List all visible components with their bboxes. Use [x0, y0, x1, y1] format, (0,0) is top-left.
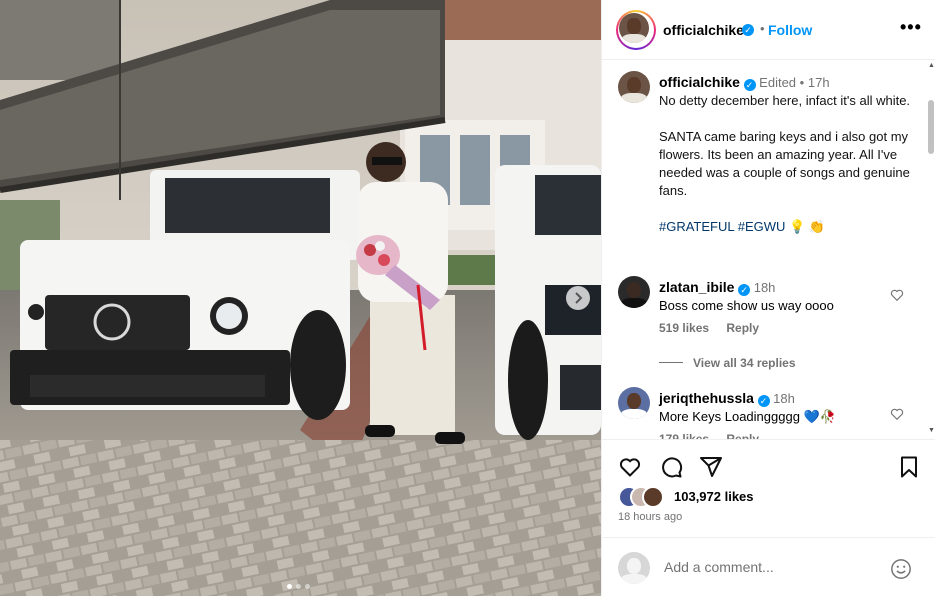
- verified-icon: ✓: [742, 24, 754, 36]
- caption-hashtags[interactable]: #GRATEFUL #EGWU: [659, 219, 785, 234]
- comment-reply-button[interactable]: Reply: [726, 321, 759, 335]
- caption: officialchike ✓ Edited • 17h No detty de…: [659, 73, 917, 236]
- verified-icon: ✓: [757, 395, 770, 407]
- author-avatar[interactable]: [619, 13, 649, 43]
- caption-line-2: SANTA came baring keys and i also got my…: [659, 129, 910, 198]
- scroll-down-arrow-icon[interactable]: ▼: [928, 427, 935, 434]
- comment-avatar[interactable]: [618, 276, 650, 308]
- carousel-dot: [305, 584, 310, 589]
- scrollbar[interactable]: ▲ ▼: [928, 62, 935, 434]
- post-side-panel: officialchike ✓ • Follow ••• officialchi…: [601, 0, 935, 596]
- more-icon[interactable]: •••: [900, 17, 922, 38]
- carousel-dot-active: [287, 584, 292, 589]
- view-replies-button[interactable]: View all 34 replies: [659, 356, 796, 370]
- comment-likes[interactable]: 179 likes: [659, 432, 709, 439]
- post-photo[interactable]: [0, 0, 601, 596]
- comment-likes[interactable]: 519 likes: [659, 321, 709, 335]
- post-header: officialchike ✓ • Follow •••: [602, 0, 935, 60]
- comment-reply-button[interactable]: Reply: [726, 432, 759, 439]
- add-comment-bar: [602, 537, 935, 596]
- bookmark-icon[interactable]: [897, 455, 921, 479]
- liker-avatar: [642, 486, 664, 508]
- comment-like-heart-icon[interactable]: [890, 407, 904, 421]
- caption-avatar[interactable]: [618, 71, 650, 103]
- view-replies-label: View all 34 replies: [693, 356, 796, 370]
- story-ring[interactable]: [616, 10, 656, 50]
- follow-button[interactable]: Follow: [768, 22, 812, 38]
- caption-username[interactable]: officialchike: [659, 74, 740, 90]
- header-separator: •: [760, 21, 765, 36]
- caption-meta-separator: •: [799, 75, 805, 90]
- carousel-indicator: [287, 577, 314, 592]
- post-photo-illustration: [0, 0, 601, 596]
- post-timestamp: 18 hours ago: [618, 511, 683, 523]
- verified-icon: ✓: [738, 284, 751, 296]
- comments-scroll-area[interactable]: officialchike ✓ Edited • 17h No detty de…: [602, 60, 935, 440]
- comment-emoji: 💙🥀: [803, 409, 836, 424]
- comment-username[interactable]: jeriqthehussla: [659, 390, 754, 406]
- add-comment-input[interactable]: [662, 558, 886, 576]
- comment-text: More Keys Loadinggggg: [659, 409, 800, 424]
- verified-icon: ✓: [743, 79, 756, 91]
- likes-count[interactable]: 103,972 likes: [674, 489, 754, 504]
- comment-text: Boss come show us way oooo: [659, 298, 834, 313]
- heart-icon[interactable]: [618, 455, 642, 479]
- comment-time: 18h: [773, 391, 795, 406]
- comment-icon[interactable]: [659, 455, 683, 479]
- next-photo-button[interactable]: [566, 286, 590, 310]
- comment-avatar[interactable]: [618, 387, 650, 419]
- scroll-up-arrow-icon[interactable]: ▲: [928, 62, 935, 69]
- comment-username[interactable]: zlatan_ibile: [659, 279, 734, 295]
- carousel-dot: [296, 584, 301, 589]
- next-arrow-icon: [575, 292, 583, 304]
- caption-time: 17h: [807, 75, 830, 90]
- caption-emoji: 💡 👏: [789, 219, 826, 234]
- emoji-icon[interactable]: [890, 558, 912, 580]
- comment-time: 18h: [753, 280, 776, 295]
- comment-like-heart-icon[interactable]: [890, 288, 904, 302]
- caption-line-1: No detty december here, infact it's all …: [659, 93, 911, 108]
- share-icon[interactable]: [699, 455, 723, 479]
- scrollbar-thumb[interactable]: [928, 100, 934, 154]
- caption-edited-label: Edited: [759, 75, 797, 90]
- author-username[interactable]: officialchike: [663, 22, 744, 38]
- viewer-avatar: [618, 552, 650, 584]
